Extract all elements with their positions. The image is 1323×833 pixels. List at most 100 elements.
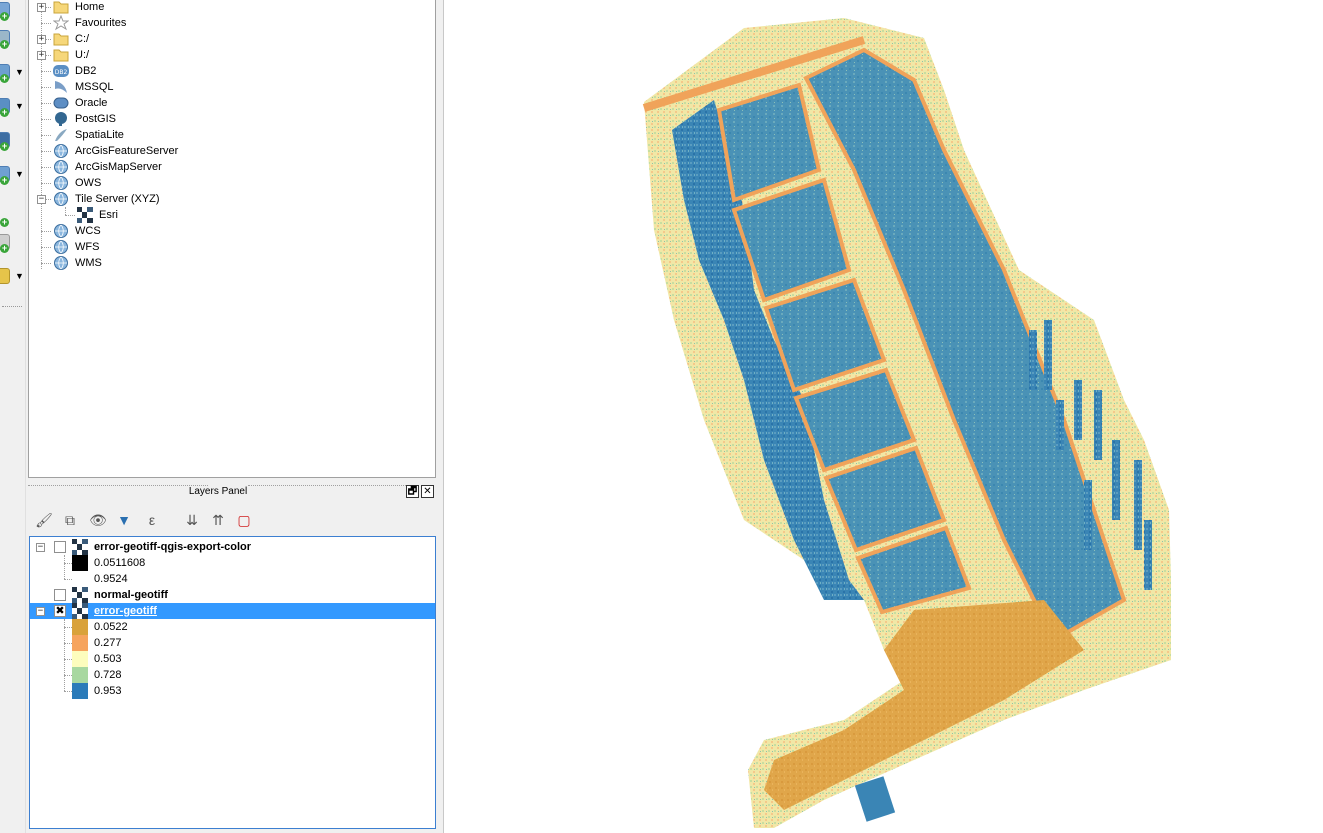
spatialite-icon — [53, 127, 69, 143]
layer-row[interactable]: − error-geotiff-qgis-export-color — [30, 539, 435, 555]
new-layer-button[interactable]: ▼ — [0, 266, 26, 288]
browser-panel: + Home Favourites + C:/ + U:/ DB2 DB2 MSSQL Oracle… — [28, 0, 436, 478]
browser-item-label: Oracle — [75, 97, 108, 109]
layer-visibility-checkbox[interactable]: ✖ — [54, 605, 66, 617]
plus-icon: + — [0, 175, 9, 185]
visibility-eye-icon: 👁 — [89, 512, 107, 528]
layer-row[interactable]: − ✖ error-geotiff — [30, 603, 435, 619]
legend-color-swatch — [72, 651, 88, 667]
arcgis-feature-icon — [53, 143, 69, 159]
remove-layer-button[interactable]: ▢ — [234, 510, 254, 530]
dropdown-arrow-icon[interactable]: ▼ — [15, 67, 24, 77]
legend-color-swatch — [72, 635, 88, 651]
remove-layer-icon: ▢ — [237, 512, 251, 528]
ows-icon — [53, 175, 69, 191]
collapse-icon[interactable]: − — [36, 607, 45, 616]
add-delimited-button[interactable]: + — [0, 206, 26, 228]
left-toolbar: + + + ▼ + ▼ + + ▼ + + ▼ — [0, 0, 26, 833]
add-spatialite-button[interactable]: + — [0, 28, 26, 50]
browser-item-label: WCS — [75, 225, 101, 237]
browser-item-label: MSSQL — [75, 81, 114, 93]
expression-filter-icon: ε — [148, 512, 156, 528]
add-virtual-button[interactable]: + — [0, 232, 26, 254]
arcgis-map-icon — [53, 159, 69, 175]
dropdown-arrow-icon[interactable]: ▼ — [15, 169, 24, 179]
browser-item-label: OWS — [75, 177, 102, 189]
legend-value: 0.728 — [94, 669, 122, 681]
expand-icon[interactable]: + — [37, 35, 46, 44]
expand-icon[interactable]: + — [37, 3, 46, 12]
add-vector-button[interactable]: + ▼ — [0, 62, 26, 84]
browser-item-label: DB2 — [75, 65, 97, 77]
plus-icon: + — [0, 39, 9, 49]
toolbar-grip[interactable] — [2, 306, 22, 308]
expand-icon[interactable]: + — [37, 51, 46, 60]
wfs-icon — [53, 239, 69, 255]
filter-button[interactable]: ▼ — [114, 510, 134, 530]
legend-color-swatch — [72, 619, 88, 635]
legend-item: 0.503 — [30, 651, 435, 667]
legend-color-swatch — [72, 555, 88, 571]
dropdown-arrow-icon[interactable]: ▼ — [15, 101, 24, 111]
layer-name: error-geotiff-qgis-export-color — [94, 541, 252, 553]
star-icon — [52, 14, 70, 31]
browser-item-label: WMS — [75, 257, 102, 269]
plus-icon: + — [0, 141, 9, 151]
legend-value: 0.9524 — [94, 573, 128, 585]
map-canvas[interactable] — [443, 0, 1323, 833]
postgis-icon — [53, 111, 69, 127]
legend-item: 0.0511608 — [30, 555, 435, 571]
browser-item-label: SpatiaLite — [75, 129, 124, 141]
add-group-button[interactable]: ⧉ — [60, 510, 80, 530]
layer-visibility-checkbox[interactable] — [54, 589, 66, 601]
legend-item: 0.728 — [30, 667, 435, 683]
oracle-icon — [53, 95, 69, 111]
legend-value: 0.0522 — [94, 621, 128, 633]
wcs-icon — [53, 223, 69, 239]
legend-item: 0.0522 — [30, 619, 435, 635]
layers-panel-title: Layers Panel — [188, 486, 248, 497]
expand-all-button[interactable]: ⇊ — [182, 510, 202, 530]
dropdown-arrow-icon[interactable]: ▼ — [15, 271, 24, 281]
collapse-icon[interactable]: − — [36, 543, 45, 552]
layers-tree: − error-geotiff-qgis-export-color 0.051160… — [29, 536, 436, 829]
svg-text:DB2: DB2 — [55, 69, 68, 76]
add-postgis-button[interactable]: + — [0, 130, 26, 152]
new-layer-icon — [0, 268, 10, 284]
expand-all-icon: ⇊ — [186, 512, 198, 528]
legend-item: 0.9524 — [30, 571, 435, 587]
browser-item-label: C:/ — [75, 33, 90, 45]
filter-icon: ▼ — [117, 512, 131, 528]
visibility-eye-button[interactable]: 👁 — [88, 510, 108, 530]
folder-icon — [53, 47, 69, 63]
add-layer-button[interactable]: + — [0, 0, 26, 22]
legend-value: 0.0511608 — [94, 557, 146, 569]
raster-layer-icon — [72, 603, 88, 619]
legend-value: 0.503 — [94, 653, 122, 665]
wms-icon — [53, 255, 69, 271]
layers-panel-header: Layers Panel 🗗 ✕ — [28, 483, 438, 503]
close-panel-button[interactable]: ✕ — [421, 485, 434, 498]
browser-item-label: ArcGisMapServer — [75, 161, 162, 173]
plus-icon: + — [0, 11, 9, 21]
legend-color-swatch — [72, 667, 88, 683]
expression-filter-button[interactable]: ε — [142, 510, 162, 530]
layer-name: error-geotiff — [94, 605, 157, 617]
add-db-button[interactable]: + ▼ — [0, 96, 26, 118]
plus-icon: + — [0, 107, 9, 117]
mssql-icon — [53, 79, 69, 95]
legend-value: 0.953 — [94, 685, 122, 697]
globe-icon — [53, 191, 69, 207]
browser-item-label: PostGIS — [75, 113, 116, 125]
layer-row[interactable]: normal-geotiff — [30, 587, 435, 603]
collapse-icon[interactable]: − — [37, 195, 46, 204]
style-brush-icon: 🖌 — [35, 512, 53, 528]
float-panel-button[interactable]: 🗗 — [406, 485, 419, 498]
style-brush-button[interactable]: 🖌 — [34, 510, 54, 530]
raster-layer-icon — [72, 539, 88, 555]
add-wms-button[interactable]: + ▼ — [0, 164, 26, 186]
collapse-all-button[interactable]: ⇈ — [208, 510, 228, 530]
layer-visibility-checkbox[interactable] — [54, 541, 66, 553]
plus-icon: + — [0, 73, 9, 83]
browser-item-label: Favourites — [75, 17, 127, 29]
